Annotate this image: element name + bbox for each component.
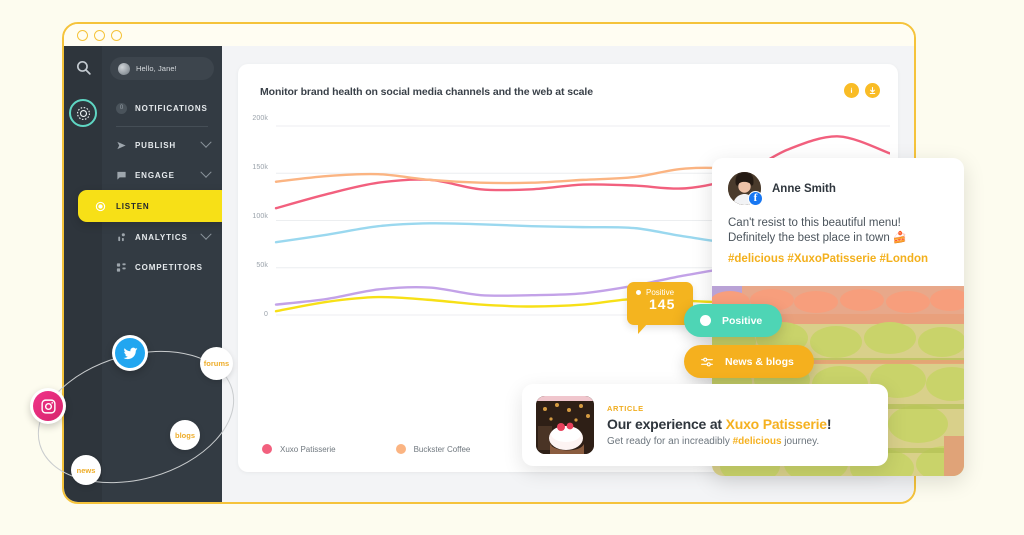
instagram-icon[interactable] xyxy=(30,388,66,424)
article-body: ARTICLE Our experience at Xuxo Patisseri… xyxy=(607,403,832,447)
forums-bubble[interactable]: forums xyxy=(200,347,233,380)
window-minimize-dot[interactable] xyxy=(94,29,105,41)
greeting-text: Hello, Jane! xyxy=(136,64,177,73)
info-icon xyxy=(850,87,853,93)
sidebar-item-notifications[interactable]: 0 NOTIFICATIONS xyxy=(102,93,222,123)
legend-label: Xuxo Patisserie xyxy=(280,444,336,454)
listen-icon xyxy=(95,201,106,211)
article-title-highlight: Xuxo Patisserie xyxy=(725,415,827,432)
tooltip-value: 145 xyxy=(649,296,676,312)
pill-label: Positive xyxy=(722,314,763,327)
sidebar-item-engage[interactable]: ENGAGE xyxy=(102,160,222,190)
bubble-label: blogs xyxy=(175,430,195,440)
avatar xyxy=(118,62,130,75)
sidebar-nav: 0 NOTIFICATIONS PUBLISH ENGAGE LISTEN AN… xyxy=(78,93,230,282)
blogs-bubble[interactable]: blogs xyxy=(170,420,200,450)
article-subtitle: Get ready for an increadibly #delicious … xyxy=(607,436,831,447)
pill-label: News & blogs xyxy=(725,355,794,368)
bubble-label: forums xyxy=(203,359,230,368)
source-news-blogs-pill[interactable]: News & blogs xyxy=(684,345,814,378)
info-button[interactable] xyxy=(844,83,859,98)
card-actions xyxy=(844,83,880,98)
chevron-down-icon xyxy=(200,228,212,240)
news-bubble[interactable]: news xyxy=(71,455,101,485)
article-title-prefix: Our experience at xyxy=(607,415,726,432)
sidebar-item-label: ENGAGE xyxy=(135,170,175,180)
article-sub-highlight: #delicious xyxy=(732,435,782,447)
article-card[interactable]: ARTICLE Our experience at Xuxo Patisseri… xyxy=(522,384,888,466)
article-sub-prefix: Get ready for an increadibly xyxy=(607,435,733,447)
legend-item[interactable]: Xuxo Patisserie xyxy=(262,444,336,454)
channels-orbit: forums blogs news xyxy=(20,325,270,515)
sidebar-item-analytics[interactable]: ANALYTICS xyxy=(102,222,222,252)
chevron-down-icon xyxy=(200,136,212,148)
sidebar-item-competitors[interactable]: COMPETITORS xyxy=(102,252,222,282)
dot-icon xyxy=(700,315,711,326)
bubble-label: news xyxy=(76,465,96,475)
competitors-icon xyxy=(116,262,126,272)
article-title: Our experience at Xuxo Patisserie! xyxy=(607,415,832,432)
analytics-icon xyxy=(118,232,125,241)
dot-icon xyxy=(636,290,641,295)
sidebar-item-label: NOTIFICATIONS xyxy=(135,103,208,113)
send-icon xyxy=(117,141,126,149)
post-text-line1: Can't resist to this beautiful menu! xyxy=(728,217,901,229)
post-hashtags: #delicious #XuxoPatisserie #London xyxy=(728,252,929,265)
download-button[interactable] xyxy=(865,83,880,98)
window-titlebar xyxy=(64,24,914,46)
sidebar-item-label: LISTEN xyxy=(116,201,150,211)
avatar: f xyxy=(728,172,763,206)
post-text-line2: Definitely the best place in town 🍰 xyxy=(728,232,908,245)
sidebar-item-label: ANALYTICS xyxy=(135,232,188,242)
screenshot-root: Hello, Jane! 0 NOTIFICATIONS PUBLISH ENG… xyxy=(0,0,1024,535)
sidebar-item-listen[interactable]: LISTEN xyxy=(78,190,230,222)
article-kicker: ARTICLE xyxy=(607,403,644,413)
facebook-badge-icon: f xyxy=(748,191,763,206)
tooltip-tail xyxy=(638,323,648,334)
chart-legend: Xuxo Patisserie Buckster Coffee xyxy=(262,444,470,454)
download-icon xyxy=(869,86,876,95)
article-thumbnail xyxy=(536,396,594,454)
sidebar-divider xyxy=(116,126,208,127)
legend-swatch xyxy=(395,444,406,454)
sidebar-item-label: PUBLISH xyxy=(135,140,177,150)
chat-icon xyxy=(117,171,126,180)
article-sub-suffix: journey. xyxy=(781,435,820,447)
sentiment-positive-pill[interactable]: Positive xyxy=(684,304,783,337)
post-header: f Anne Smith xyxy=(712,158,964,206)
chevron-down-icon xyxy=(200,166,212,178)
user-greeting[interactable]: Hello, Jane! xyxy=(110,57,214,80)
sidebar-item-label: COMPETITORS xyxy=(135,262,203,272)
twitter-icon[interactable] xyxy=(112,335,148,371)
search-icon[interactable] xyxy=(75,59,92,76)
page-title: Monitor brand health on social media cha… xyxy=(260,86,593,98)
notifications-badge: 0 xyxy=(116,102,127,114)
article-title-suffix: ! xyxy=(826,415,832,432)
window-maximize-dot[interactable] xyxy=(111,29,122,41)
filter-sliders-icon xyxy=(701,357,713,366)
legend-item[interactable]: Buckster Coffee xyxy=(395,444,471,454)
window-close-dot[interactable] xyxy=(77,29,88,41)
post-author: Anne Smith xyxy=(772,182,836,195)
post-text: Can't resist to this beautiful menu! Def… xyxy=(712,205,964,247)
brand-logo-icon[interactable] xyxy=(69,99,97,127)
legend-label: Buckster Coffee xyxy=(413,444,471,454)
sidebar-item-publish[interactable]: PUBLISH xyxy=(102,130,222,160)
